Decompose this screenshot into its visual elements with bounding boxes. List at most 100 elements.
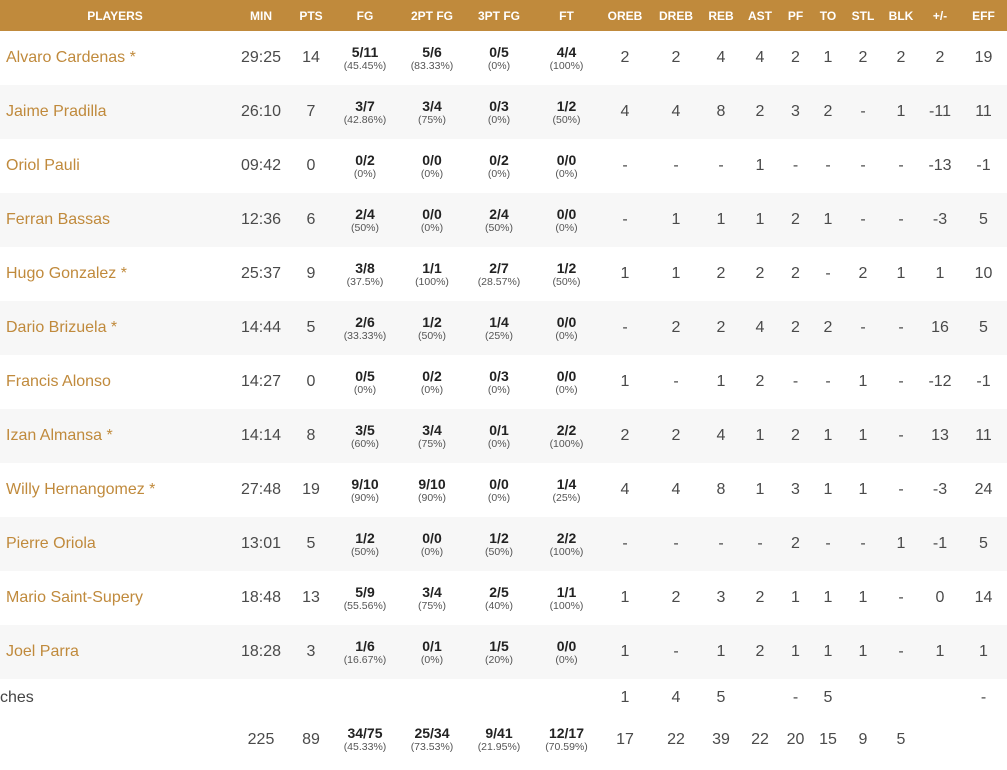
ft-cell-made-attempted: 0/0 [556,313,577,330]
ft-cell: 1/2 (50%) [534,85,599,139]
column-header-players[interactable]: PLAYERS [0,0,230,31]
empty-cell [330,679,400,716]
column-header-ft[interactable]: FT [534,0,599,31]
column-header-2pt-fg[interactable]: 2PT FG [400,0,464,31]
player-name-link[interactable]: Alvaro Cardenas * [0,31,230,85]
ft-cell: 4/4 (100%) [534,31,599,85]
minutes-cell: 14:44 [230,301,292,355]
p3-cell-made-attempted: 1/4 [489,313,509,330]
table-row: Francis Alonso 14:27 0 0/5 (0%) 0/2 (0%) 0/3 (0%… [0,355,1007,409]
player-name-link[interactable]: Oriol Pauli [0,139,230,193]
column-header-min[interactable]: MIN [230,0,292,31]
p3-total-percentage: (21.95%) [477,741,521,754]
column-header-oreb[interactable]: OREB [599,0,651,31]
ast-cell: 2 [755,589,765,606]
p2-cell-percentage: (75%) [417,113,446,126]
player-name-link[interactable]: Izan Almansa * [0,409,230,463]
player-name-link[interactable]: Dario Brizuela * [0,301,230,355]
column-header-blk[interactable]: BLK [882,0,920,31]
p2-total: 25/34 (73.53%) [400,716,464,763]
p3-cell: 0/0 (0%) [464,463,534,517]
p3-cell-made-attempted: 2/5 [489,583,509,600]
p2-cell-percentage: (0%) [420,653,444,666]
fg-cell-percentage: (50%) [350,545,379,558]
column-header-pts[interactable]: PTS [292,0,330,31]
ft-cell-made-attempted: 1/4 [556,475,577,492]
table-row: Oriol Pauli 09:42 0 0/2 (0%) 0/0 (0%) 0/2 (0%) 0/… [0,139,1007,193]
coaches-label: ches [0,688,34,706]
table-row: Izan Almansa * 14:14 8 3/5 (60%) 3/4 (75%) 0/1(… [0,409,1007,463]
fg-cell: 9/10 (90%) [330,463,400,517]
p2-cell-percentage: (83.33%) [410,59,454,72]
p2-cell: 0/0 (0%) [400,193,464,247]
ft-total: 12/17 (70.59%) [534,716,599,763]
fg-cell-percentage: (0%) [353,167,377,180]
blk-cell: - [882,409,920,463]
p2-cell: 5/6 (83.33%) [400,31,464,85]
ft-cell-made-attempted: 2/2 [556,421,577,438]
column-header-pf[interactable]: PF [779,0,812,31]
p2-cell: 3/4 (75%) [400,571,464,625]
eff-cell: - [980,688,987,706]
column-header-3pt-fg[interactable]: 3PT FG [464,0,534,31]
minutes-cell: 09:42 [240,157,282,174]
stl-cell: 1 [858,373,868,390]
p3-cell-percentage: (0%) [487,113,511,126]
column-header-to[interactable]: TO [812,0,844,31]
p3-cell-made-attempted: 0/3 [489,97,509,114]
player-name-link[interactable]: Francis Alonso [0,355,230,409]
ft-cell-percentage: (0%) [555,221,578,234]
p3-cell-percentage: (50%) [484,545,513,558]
ft-cell-percentage: (100%) [549,545,584,558]
p3-cell-percentage: (50%) [484,221,513,234]
player-name-link[interactable]: Pierre Oriola [0,517,230,571]
fg-cell-made-attempted: 5/11 [351,43,379,60]
minutes-cell: 27:48 [240,481,282,498]
pf-cell: 3 [791,481,800,498]
reb-cell: 4 [701,409,741,463]
player-name-link[interactable]: Ferran Bassas [0,193,230,247]
fg-cell-made-attempted: 5/9 [355,583,375,600]
player-name-link[interactable]: Jaime Pradilla [0,85,230,139]
table-row: Alvaro Cardenas * 29:25 14 5/11 (45.45%) 5/6(… [0,31,1007,85]
pf-cell: 2 [779,301,812,355]
pm-cell: 2 [935,49,945,66]
stl-cell: - [844,301,882,355]
player-name-link[interactable]: Joel Parra [0,625,230,679]
ft-cell-made-attempted: 0/0 [556,151,577,168]
p2-cell-percentage: (75%) [417,437,446,450]
column-header-dreb[interactable]: DREB [651,0,701,31]
eff-total [960,716,1007,763]
reb-cell: - [718,157,724,174]
column-header-fg[interactable]: FG [330,0,400,31]
column-header-eff[interactable]: EFF [960,0,1007,31]
player-name-link[interactable]: Hugo Gonzalez * [0,247,230,301]
ast-cell: 1 [741,193,779,247]
oreb-cell: 2 [599,409,651,463]
p2-cell: 0/2 (0%) [400,355,464,409]
stl-cell: 1 [844,409,882,463]
player-name-link[interactable]: Willy Hernangomez * [0,463,230,517]
dreb-cell: 4 [671,481,681,498]
table-row: Joel Parra 18:28 3 1/6 (16.67%) 0/1 (0%) 1/5 (20… [0,625,1007,679]
reb-cell: 1 [701,193,741,247]
fg-total-made-attempted: 34/75 [347,725,383,742]
pf-cell: 1 [779,625,812,679]
points-cell: 6 [292,193,330,247]
column-header-plus-minus[interactable]: +/- [920,0,960,31]
column-header-stl[interactable]: STL [844,0,882,31]
column-header-ast[interactable]: AST [741,0,779,31]
p2-cell: 1/2 (50%) [400,301,464,355]
ft-cell-made-attempted: 1/2 [556,97,577,114]
ft-cell-percentage: (0%) [555,329,578,342]
player-name-link[interactable]: Mario Saint-Supery [0,571,230,625]
column-header-reb[interactable]: REB [701,0,741,31]
fg-cell-made-attempted: 9/10 [351,475,379,492]
ft-cell-percentage: (25%) [552,491,581,504]
eff-cell: 5 [960,193,1007,247]
table-row: Hugo Gonzalez * 25:37 9 3/8 (37.5%) 1/1 (100%)… [0,247,1007,301]
empty-cell [464,679,534,716]
minutes-cell: 18:48 [240,589,282,606]
reb-cell: 2 [716,265,726,282]
dreb-cell: 2 [671,589,681,606]
